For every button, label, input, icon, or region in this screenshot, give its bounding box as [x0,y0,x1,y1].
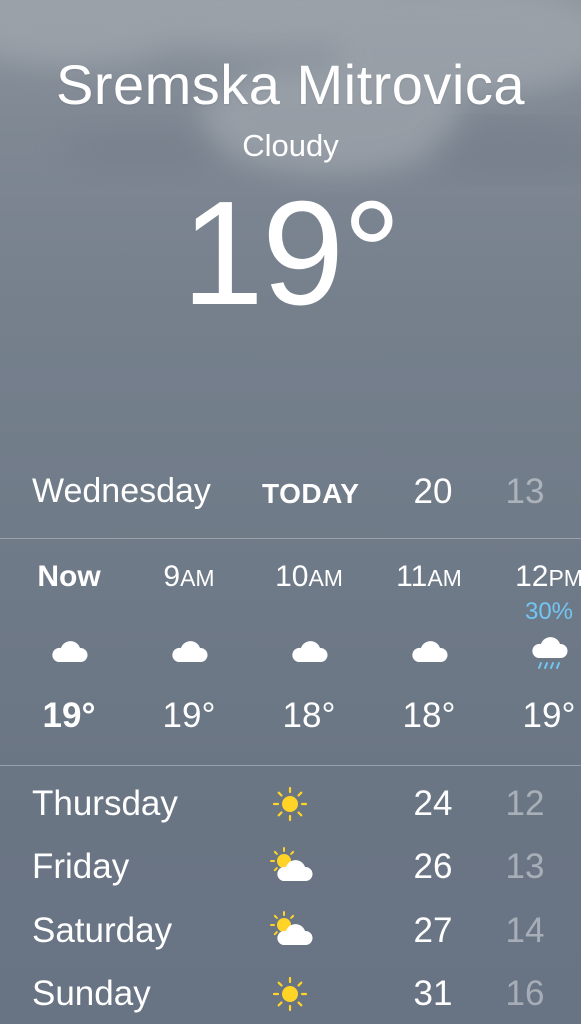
cloud-icon [292,641,328,662]
today-day: Wednesday [32,472,211,510]
today-low: 13 [505,472,545,511]
daily-low: 12 [505,784,545,823]
partly-cloudy-icon [270,847,313,881]
hourly-item: 9AM 19° [129,540,249,764]
current-condition: Cloudy [242,128,339,163]
sun-icon [272,786,308,822]
hour-temp: 18° [402,696,456,735]
daily-row: Friday 26 13 [0,837,581,897]
partly-cloudy-icon [270,911,313,945]
hour-ampm: AM [180,565,215,591]
daily-day: Friday [32,847,130,886]
daily-day: Saturday [32,911,173,950]
daily-day: Thursday [32,784,178,823]
current-temperature: 19° [181,171,402,336]
today-label: TODAY [262,478,360,509]
daily-low: 16 [505,974,545,1013]
hourly-item: 11AM 18° [369,540,489,764]
cloud-icon [172,641,208,662]
divider [0,538,581,539]
hour-ampm: AM [308,565,343,591]
sun-icon [272,976,308,1012]
daily-high: 31 [413,974,453,1013]
hour-temp: 19° [42,696,96,735]
hour-time: 9 [163,560,181,593]
today-high: 20 [413,472,453,511]
hour-ampm: PM [548,565,581,591]
city-name: Sremska Mitrovica [55,53,526,116]
daily-low: 14 [505,911,545,950]
cloud-icon [52,641,88,662]
hour-temp: 19° [522,696,576,735]
cloud-icon [412,641,448,662]
hour-temp: 19° [162,696,216,735]
hourly-item: Now 19° [9,540,129,764]
hour-time: 11 [396,560,428,593]
daily-row: Sunday 31 16 [0,964,581,1024]
hourly-item: 12PM 30% 19° [489,540,581,764]
hourly-item: 10AM 18° [249,540,369,764]
divider [0,765,581,766]
hour-time: 12 [515,560,549,593]
hour-precip: 30% [524,598,574,625]
hour-temp: 18° [282,696,336,735]
daily-day: Sunday [32,974,151,1013]
hour-ampm: AM [427,565,462,591]
rain-cloud-icon [532,637,568,669]
daily-row: Thursday 24 12 [0,774,581,834]
daily-low: 13 [505,847,545,886]
daily-high: 26 [413,847,453,886]
today-summary: Wednesday TODAY 20 13 [0,466,581,518]
hourly-forecast[interactable]: Now 19° 9AM 19° 10AM 18° 11AM 18° 12PM 3… [0,540,581,764]
hour-time: 10 [275,560,309,593]
hour-time: Now [37,560,101,593]
daily-high: 27 [413,911,453,950]
daily-high: 24 [413,784,453,823]
daily-row: Saturday 27 14 [0,901,581,961]
